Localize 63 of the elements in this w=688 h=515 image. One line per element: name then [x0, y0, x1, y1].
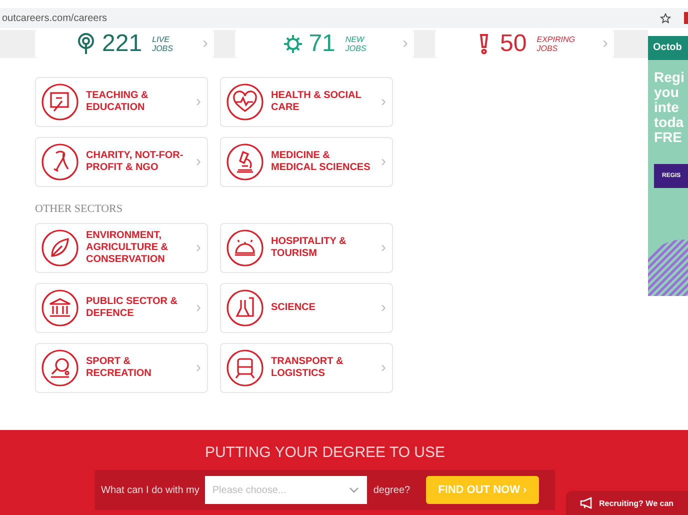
chevron-icon: ›	[402, 35, 408, 53]
sector-card[interactable]: HEALTH & SOCIAL CARE ›	[220, 77, 393, 127]
chevron-icon: ›	[381, 299, 386, 316]
chevron-icon: ›	[196, 93, 201, 110]
form-prefix: What can I do with my	[101, 484, 200, 496]
sector-card[interactable]: PUBLIC SECTOR & DEFENCE ›	[35, 283, 208, 333]
megaphone-icon	[580, 497, 594, 509]
sector-label: HEALTH & SOCIAL CARE	[271, 90, 362, 114]
dropdown-icon	[349, 487, 360, 493]
job-count: 50	[500, 30, 527, 58]
microscope-icon	[226, 143, 264, 181]
job-count-label: EXPIRING JOBS	[536, 35, 575, 53]
recruiting-text: Recruiting? We can	[599, 498, 674, 508]
chevron-icon: ›	[202, 35, 208, 53]
chevron-icon: ›	[381, 93, 386, 110]
leaf-icon	[41, 229, 79, 267]
chevron-icon: ›	[196, 153, 201, 170]
degree-select[interactable]: Please choose...	[205, 476, 368, 504]
form-suffix: degree?	[373, 484, 410, 496]
star-icon[interactable]	[660, 12, 671, 24]
sector-card[interactable]: ENVIRONMENT, AGRICULTURE & CONSERVATION ›	[35, 223, 208, 273]
sector-card[interactable]: TRANSPORT & LOGISTICS ›	[220, 343, 393, 393]
section-heading: OTHER SECTORS	[34, 202, 124, 217]
sector-card[interactable]: TEACHING & EDUCATION ›	[35, 77, 208, 127]
sector-label: PUBLIC SECTOR & DEFENCE	[86, 296, 178, 320]
sector-label: TRANSPORT & LOGISTICS	[271, 356, 344, 380]
job-count: 71	[308, 30, 336, 58]
sector-label: CHARITY, NOT-FOR-PROFIT & NGO	[86, 150, 184, 174]
job-count: 221	[102, 30, 142, 58]
cloche-icon	[226, 229, 264, 267]
band-heading: PUTTING YOUR DEGREE TO USE	[204, 443, 446, 463]
chevron-icon: ›	[381, 239, 386, 256]
sector-label: HOSPITALITY & TOURISM	[271, 236, 348, 260]
chevron-icon: ›	[196, 239, 201, 256]
sector-card[interactable]: SCIENCE ›	[220, 283, 393, 333]
chevron-icon: ›	[602, 35, 608, 53]
job-count-tile[interactable]: 50 EXPIRING JOBS ›	[435, 30, 614, 58]
sector-label: MEDICINE & MEDICAL SCIENCES	[271, 150, 372, 174]
flask-icon	[226, 289, 264, 327]
sector-label: TEACHING & EDUCATION	[86, 90, 150, 114]
building-icon	[41, 289, 79, 327]
sector-card[interactable]: CHARITY, NOT-FOR-PROFIT & NGO ›	[35, 137, 208, 187]
train-icon	[226, 349, 264, 387]
job-count-tile[interactable]: 221 LIVE JOBS ›	[35, 30, 214, 58]
chevron-icon: ›	[381, 153, 386, 170]
ad-text: Regi you inte toda FRE	[653, 68, 686, 145]
address-bar[interactable]: outcareers.com/careers	[0, 8, 688, 28]
job-count-label: NEW JOBS	[345, 35, 366, 53]
sector-card[interactable]: MEDICINE & MEDICAL SCIENCES ›	[220, 137, 393, 187]
sector-card[interactable]: SPORT & RECREATION ›	[35, 343, 208, 393]
ad-header: Octob	[648, 36, 688, 60]
sector-label: SCIENCE	[271, 302, 316, 314]
sector-card[interactable]: HOSPITALITY & TOURISM ›	[220, 223, 393, 273]
chevron-icon: ›	[196, 299, 201, 316]
job-count-label: LIVE JOBS	[152, 35, 173, 53]
chevron-icon: ›	[196, 359, 201, 376]
url-text: outcareers.com/careers	[2, 12, 108, 24]
sector-label: SPORT & RECREATION	[86, 356, 152, 380]
sector-label: ENVIRONMENT, AGRICULTURE & CONSERVATION	[86, 230, 170, 266]
chevron-icon: ›	[381, 359, 386, 376]
stripe-pattern-drawing	[648, 238, 688, 296]
recruiting-tab[interactable]: Recruiting? We can	[566, 491, 688, 515]
job-count-tile[interactable]: 71 NEW JOBS ›	[235, 30, 414, 58]
